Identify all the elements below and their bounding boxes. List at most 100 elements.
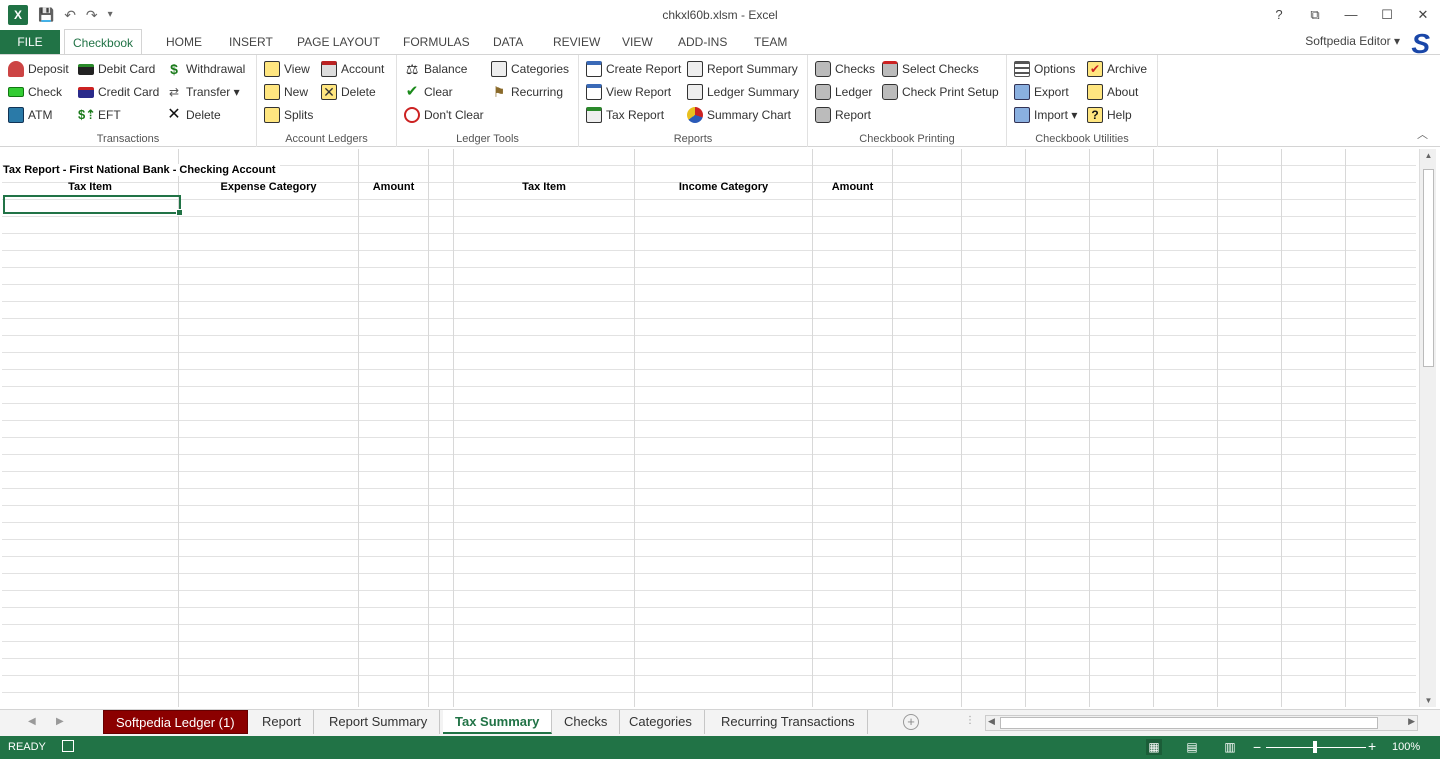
macro-recording-icon[interactable] — [62, 740, 74, 752]
cell-grid[interactable]: Tax Report - First National Bank - Check… — [2, 149, 1416, 707]
collapse-ribbon-icon[interactable]: ︿ — [1417, 126, 1428, 142]
tab-file[interactable]: FILE — [0, 30, 60, 54]
atm-button[interactable]: ATM — [8, 105, 52, 125]
transfer-button[interactable]: ⇄ Transfer ▾ — [166, 82, 240, 102]
header-amount-income[interactable]: Amount — [813, 181, 892, 193]
categories-button[interactable]: Categories — [491, 59, 569, 79]
summary-chart-button[interactable]: Summary Chart — [687, 105, 791, 125]
header-tax-item-expense[interactable]: Tax Item — [2, 181, 178, 193]
column-gridline — [178, 149, 179, 707]
eft-button[interactable]: $⇡ EFT — [78, 105, 121, 125]
tab-add-ins[interactable]: ADD-INS — [670, 30, 735, 54]
withdrawal-button[interactable]: $ Withdrawal — [166, 59, 245, 79]
help-button[interactable]: ? — [1268, 4, 1290, 26]
delete-transaction-button[interactable]: ✕ Delete — [166, 105, 220, 125]
selected-cell[interactable] — [3, 195, 183, 216]
tax-report-button[interactable]: Tax Report — [586, 105, 664, 125]
view-ledger-button[interactable]: View — [264, 59, 310, 79]
print-report-button[interactable]: Report — [815, 105, 871, 125]
export-button[interactable]: Export — [1014, 82, 1069, 102]
column-gridline — [634, 149, 635, 707]
archive-button[interactable]: ✔ Archive — [1087, 59, 1147, 79]
sheet-tab-report-summary[interactable]: Report Summary — [317, 710, 441, 734]
account-button[interactable]: Account — [321, 59, 384, 79]
normal-view-icon[interactable]: ▦ — [1146, 739, 1162, 755]
credit-card-button[interactable]: Credit Card — [78, 82, 159, 102]
printer-icon — [815, 84, 831, 100]
check-button[interactable]: Check — [8, 82, 62, 102]
report-title-cell[interactable]: Tax Report - First National Bank - Check… — [3, 164, 280, 176]
horizontal-scroll-thumb[interactable] — [1000, 717, 1378, 729]
tab-data[interactable]: DATA — [485, 30, 531, 54]
vertical-scroll-thumb[interactable] — [1423, 169, 1434, 367]
column-gridline — [812, 149, 813, 707]
tab-insert[interactable]: INSERT — [221, 30, 281, 54]
tab-page-layout[interactable]: PAGE LAYOUT — [289, 30, 388, 54]
options-button[interactable]: Options — [1014, 59, 1075, 79]
deposit-button[interactable]: Deposit — [8, 59, 69, 79]
worksheet[interactable]: Tax Report - First National Bank - Check… — [0, 147, 1440, 709]
tab-home[interactable]: HOME — [158, 30, 210, 54]
zoom-out-icon[interactable]: − — [1253, 739, 1261, 755]
zoom-in-icon[interactable]: + — [1368, 738, 1376, 754]
ribbon: Deposit Debit Card $ Withdrawal Check Cr… — [0, 54, 1440, 147]
scroll-right-icon[interactable]: ▶ — [1408, 716, 1415, 727]
sheet-tab-categories[interactable]: Categories — [617, 710, 705, 734]
tab-view[interactable]: VIEW — [614, 30, 661, 54]
add-sheet-icon[interactable]: + — [903, 714, 919, 730]
dont-clear-button[interactable]: Don't Clear — [404, 105, 484, 125]
tab-team[interactable]: TEAM — [746, 30, 795, 54]
prev-sheet-icon[interactable]: ◀ — [28, 716, 36, 727]
column-gridline — [428, 149, 429, 707]
import-button[interactable]: Import ▾ — [1014, 105, 1077, 125]
zoom-slider-handle[interactable] — [1313, 741, 1317, 753]
clear-button[interactable]: ✔ Clear — [404, 82, 453, 102]
scroll-left-icon[interactable]: ◀ — [988, 716, 995, 727]
close-button[interactable]: ✕ — [1412, 4, 1434, 26]
group-reports: Create Report Report Summary View Report… — [579, 55, 808, 147]
balance-button[interactable]: ⚖ Balance — [404, 59, 468, 79]
deposit-icon — [8, 61, 24, 77]
print-ledger-button[interactable]: Ledger — [815, 82, 872, 102]
maximize-button[interactable]: ☐ — [1376, 4, 1398, 26]
minimize-button[interactable]: — — [1340, 4, 1362, 26]
report-summary-button[interactable]: Report Summary — [687, 59, 798, 79]
sheet-tab-softpedia-ledger[interactable]: Softpedia Ledger (1) — [103, 710, 248, 734]
scroll-down-icon[interactable]: ▼ — [1420, 696, 1437, 705]
select-checks-button[interactable]: Select Checks — [882, 59, 979, 79]
horizontal-scrollbar[interactable]: ◀ ▶ — [985, 715, 1418, 731]
account-name[interactable]: Softpedia Editor ▾ — [1305, 34, 1400, 48]
header-expense-category[interactable]: Expense Category — [179, 181, 358, 193]
header-income-category[interactable]: Income Category — [635, 181, 812, 193]
about-button[interactable]: About — [1087, 82, 1138, 102]
page-layout-view-icon[interactable]: ▤ — [1184, 739, 1200, 755]
ribbon-display-options-button[interactable]: ⧉ — [1304, 4, 1326, 26]
sheet-tab-tax-summary[interactable]: Tax Summary — [443, 710, 553, 734]
tab-split-handle-icon[interactable]: ⋮ — [965, 715, 975, 726]
create-report-button[interactable]: Create Report — [586, 59, 681, 79]
recurring-button[interactable]: ⚑ Recurring — [491, 82, 563, 102]
print-checks-button[interactable]: Checks — [815, 59, 875, 79]
vertical-scrollbar[interactable]: ▲ ▼ — [1419, 149, 1436, 707]
tab-review[interactable]: REVIEW — [545, 30, 608, 54]
next-sheet-icon[interactable]: ▶ — [56, 716, 64, 727]
sheet-tab-recurring-transactions[interactable]: Recurring Transactions — [709, 710, 868, 734]
sheet-tab-report[interactable]: Report — [250, 710, 315, 734]
scroll-up-icon[interactable]: ▲ — [1420, 151, 1437, 160]
delete-ledger-icon: ✕ — [321, 84, 337, 100]
splits-button[interactable]: Splits — [264, 105, 313, 125]
ledger-summary-button[interactable]: Ledger Summary — [687, 82, 799, 102]
tab-formulas[interactable]: FORMULAS — [395, 30, 478, 54]
help-ribbon-button[interactable]: ? Help — [1087, 105, 1132, 125]
check-print-setup-button[interactable]: Check Print Setup — [882, 82, 999, 102]
header-tax-item-income[interactable]: Tax Item — [454, 181, 634, 193]
zoom-level[interactable]: 100% — [1392, 741, 1420, 753]
page-break-preview-icon[interactable]: ▥ — [1222, 739, 1238, 755]
view-report-button[interactable]: View Report — [586, 82, 671, 102]
delete-ledger-button[interactable]: ✕ Delete — [321, 82, 376, 102]
tab-checkbook[interactable]: Checkbook — [64, 29, 143, 55]
debit-card-button[interactable]: Debit Card — [78, 59, 155, 79]
new-ledger-button[interactable]: New — [264, 82, 308, 102]
sheet-tab-checks[interactable]: Checks — [552, 710, 621, 734]
header-amount-expense[interactable]: Amount — [359, 181, 428, 193]
